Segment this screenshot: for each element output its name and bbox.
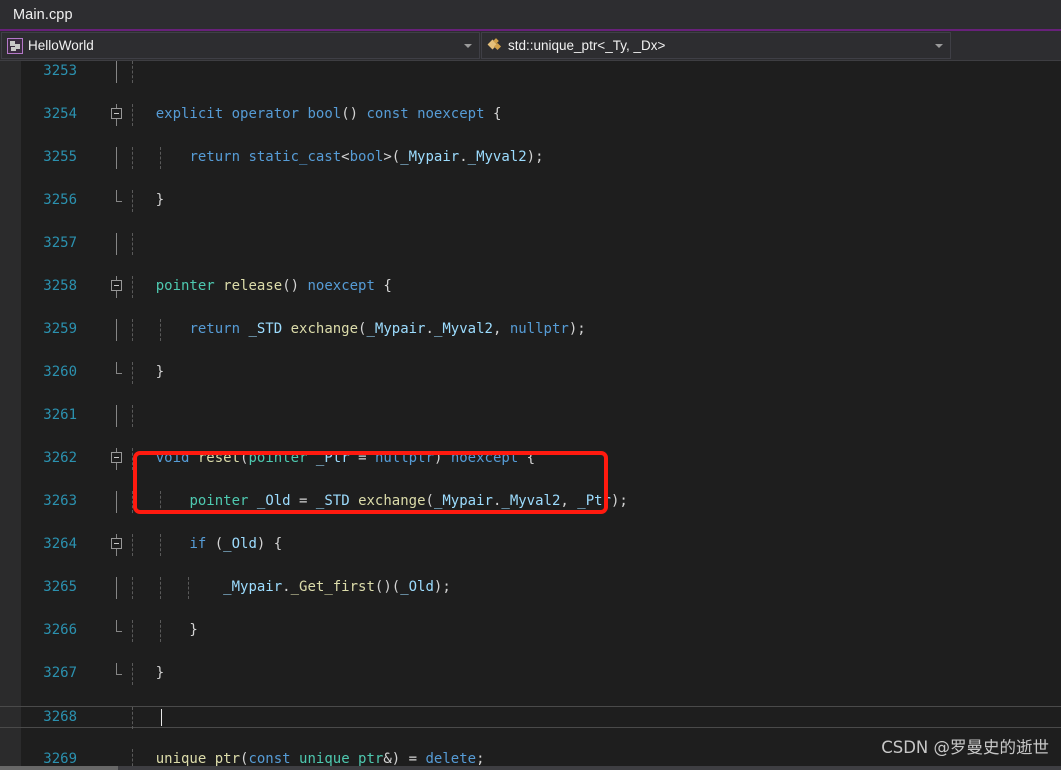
- code-text: if (_Old) {: [189, 536, 283, 552]
- code-line[interactable]: 3265 _Mypair._Get_first()(_Old);: [0, 577, 1061, 599]
- line-number: 3265: [43, 579, 77, 595]
- outline-margin[interactable]: [110, 707, 124, 729]
- class-icon: [487, 37, 503, 54]
- line-number: 3261: [43, 407, 77, 423]
- code-text: }: [122, 364, 165, 380]
- line-number: 3262: [43, 450, 77, 466]
- tab-label: Main.cpp: [13, 6, 73, 23]
- indent-guide: [132, 405, 133, 427]
- collapse-toggle-icon[interactable]: [111, 452, 122, 463]
- line-number: 3268: [43, 709, 77, 725]
- outline-bar: [116, 61, 117, 83]
- line-number: 3258: [43, 278, 77, 294]
- namespace-icon: [7, 37, 23, 54]
- outline-bar: [116, 577, 117, 599]
- code-text: }: [122, 665, 165, 681]
- code-line[interactable]: 3254 explicit operator bool() const noex…: [0, 104, 1061, 126]
- horizontal-scrollbar-thumb[interactable]: [0, 766, 118, 770]
- chevron-down-icon[interactable]: [464, 43, 472, 48]
- outline-bar: [116, 663, 117, 674]
- outline-margin[interactable]: [110, 61, 124, 83]
- outline-margin[interactable]: [110, 233, 124, 255]
- code-text: }: [122, 622, 198, 638]
- chevron-down-icon[interactable]: [935, 43, 943, 48]
- outline-bar: [116, 147, 117, 169]
- code-line[interactable]: 3263 pointer _Old = _STD exchange(_Mypai…: [0, 491, 1061, 513]
- code-line[interactable]: 3267 }: [0, 663, 1061, 685]
- horizontal-scrollbar[interactable]: [0, 766, 1061, 770]
- line-number: 3263: [43, 493, 77, 509]
- code-editor[interactable]: 3253 3254 explicit operator bool() const …: [0, 60, 1061, 770]
- line-number: 3259: [43, 321, 77, 337]
- code-text: void reset(pointer _Ptr = nullptr) noexc…: [155, 450, 536, 466]
- code-line[interactable]: 3266 }: [0, 620, 1061, 642]
- code-line[interactable]: 3260 }: [0, 362, 1061, 384]
- outline-bar: [116, 362, 117, 373]
- indent-guide: [132, 233, 133, 255]
- code-line[interactable]: 3253: [0, 61, 1061, 83]
- scope-dropdown-namespace-label: HelloWorld: [28, 38, 94, 53]
- outline-bar: [116, 405, 117, 427]
- outline-margin[interactable]: [110, 405, 124, 427]
- line-number: 3267: [43, 665, 77, 681]
- line-number: 3255: [43, 149, 77, 165]
- code-line[interactable]: 3259 return _STD exchange(_Mypair._Myval…: [0, 319, 1061, 341]
- outline-bar: [116, 491, 117, 513]
- code-text: }: [122, 192, 165, 208]
- line-number: 3264: [43, 536, 77, 552]
- collapse-toggle-icon[interactable]: [111, 280, 122, 291]
- visual-studio-editor-window: Main.cpp HelloWorld std::unique_ptr<_Ty,…: [0, 0, 1061, 770]
- document-tab-strip: Main.cpp: [0, 0, 1061, 31]
- code-line[interactable]: 3257: [0, 233, 1061, 255]
- outline-bar: [116, 620, 117, 631]
- outline-bar: [116, 319, 117, 341]
- code-text: return _STD exchange(_Mypair._Myval2, nu…: [189, 321, 586, 337]
- indent-guide: [132, 61, 133, 83]
- code-text: return static_cast<bool>(_Mypair._Myval2…: [189, 149, 544, 165]
- code-text: _Mypair._Get_first()(_Old);: [223, 579, 451, 595]
- collapse-toggle-icon[interactable]: [111, 538, 122, 549]
- collapse-toggle-icon[interactable]: [111, 108, 122, 119]
- scope-dropdown-class[interactable]: std::unique_ptr<_Ty, _Dx>: [481, 32, 951, 59]
- code-text: explicit operator bool() const noexcept …: [155, 106, 502, 122]
- indent-guide: [132, 707, 133, 729]
- code-line[interactable]: 3262 void reset(pointer _Ptr = nullptr) …: [0, 448, 1061, 470]
- line-number: 3253: [43, 63, 77, 79]
- navigation-bar: HelloWorld std::unique_ptr<_Ty, _Dx>: [0, 31, 1061, 60]
- line-number: 3256: [43, 192, 77, 208]
- code-line[interactable]: 3261: [0, 405, 1061, 427]
- line-number: 3260: [43, 364, 77, 380]
- code-line[interactable]: 3255 return static_cast<bool>(_Mypair._M…: [0, 147, 1061, 169]
- line-number: 3254: [43, 106, 77, 122]
- scope-dropdown-namespace[interactable]: HelloWorld: [1, 32, 480, 59]
- tab-main-cpp[interactable]: Main.cpp: [0, 0, 87, 31]
- navbar-spacer: [951, 31, 1061, 60]
- outline-bar: [116, 233, 117, 255]
- code-text: pointer _Old = _STD exchange(_Mypair._My…: [189, 493, 628, 509]
- code-line[interactable]: 3264 if (_Old) {: [0, 534, 1061, 556]
- line-number: 3266: [43, 622, 77, 638]
- code-line[interactable]: 3256 }: [0, 190, 1061, 212]
- code-line[interactable]: 3258 pointer release() noexcept {: [0, 276, 1061, 298]
- outline-bar: [116, 190, 117, 201]
- code-text: pointer release() noexcept {: [155, 278, 392, 294]
- code-lines-container[interactable]: 3253 3254 explicit operator bool() const …: [0, 61, 1061, 770]
- line-number: 3257: [43, 235, 77, 251]
- code-line[interactable]: 3268: [0, 706, 1061, 729]
- text-caret: [161, 709, 162, 726]
- scope-dropdown-class-label: std::unique_ptr<_Ty, _Dx>: [508, 38, 666, 53]
- csdn-watermark: CSDN @罗曼史的逝世: [881, 738, 1049, 757]
